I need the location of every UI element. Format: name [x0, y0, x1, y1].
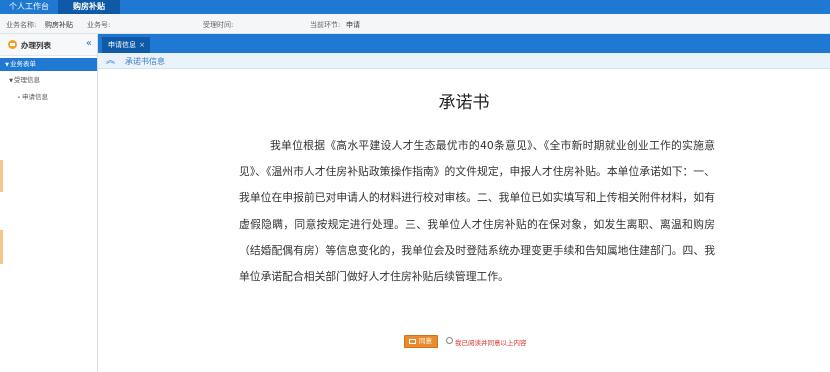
- list-icon: [8, 40, 17, 49]
- agree-radio[interactable]: [446, 337, 453, 344]
- business-name-value: 购房补贴: [45, 21, 73, 29]
- section-header[interactable]: ︽ 承诺书信息: [98, 53, 830, 69]
- tab-personal-workbench[interactable]: 个人工作台: [0, 0, 58, 14]
- sidebar-title: 办理列表: [21, 41, 51, 50]
- content-tab-bar: 申请信息 ×: [98, 34, 830, 53]
- sidebar-item-label: 申请信息: [22, 93, 48, 101]
- current-step-value: 申请: [346, 21, 360, 29]
- sidebar-header: 办理列表 «: [0, 34, 97, 56]
- close-icon[interactable]: ×: [139, 37, 145, 53]
- sidebar-accent-mark: [0, 160, 3, 192]
- agree-button-label: 同意: [419, 337, 432, 345]
- sidebar-item-label: 业务表单: [10, 60, 36, 68]
- business-no-label: 业务号:: [87, 21, 111, 29]
- double-chevron-up-icon[interactable]: ︽: [106, 55, 115, 67]
- document-body: 我单位根据《高水平建设人才生态最优市的40条意见》、《全市新时期就业创业工作的实…: [239, 139, 715, 284]
- sidebar-item-business-form[interactable]: ▼业务表单: [0, 58, 97, 71]
- business-info-row: 业务名称: 购房补贴 业务号: 受理时间: 当前环节: 申请: [0, 14, 830, 34]
- tab-label: 申请信息: [108, 41, 136, 49]
- collapse-sidebar-icon[interactable]: «: [86, 37, 92, 51]
- sidebar-accent-mark: [0, 230, 3, 264]
- tab-housing-subsidy[interactable]: 购房补贴: [58, 0, 120, 14]
- sidebar: 办理列表 « ▼业务表单 ▼受理信息 • 申请信息: [0, 34, 98, 372]
- accept-time-label: 受理时间:: [203, 21, 234, 29]
- mail-icon: [409, 339, 416, 344]
- agree-radio-label[interactable]: 我已阅读并同意以上内容: [455, 337, 527, 347]
- section-title: 承诺书信息: [125, 57, 165, 66]
- agree-button[interactable]: 同意: [404, 335, 438, 348]
- current-step-label: 当前环节:: [310, 21, 341, 29]
- business-name-label: 业务名称:: [6, 21, 37, 29]
- sidebar-item-label: 受理信息: [14, 76, 40, 84]
- top-tab-bar: 个人工作台 购房补贴: [0, 0, 830, 14]
- document-title: 承诺书: [438, 93, 490, 113]
- sidebar-item-apply-info[interactable]: • 申请信息: [0, 91, 48, 104]
- tab-apply-info[interactable]: 申请信息 ×: [102, 37, 150, 53]
- sidebar-item-accept-info[interactable]: ▼受理信息: [0, 74, 40, 87]
